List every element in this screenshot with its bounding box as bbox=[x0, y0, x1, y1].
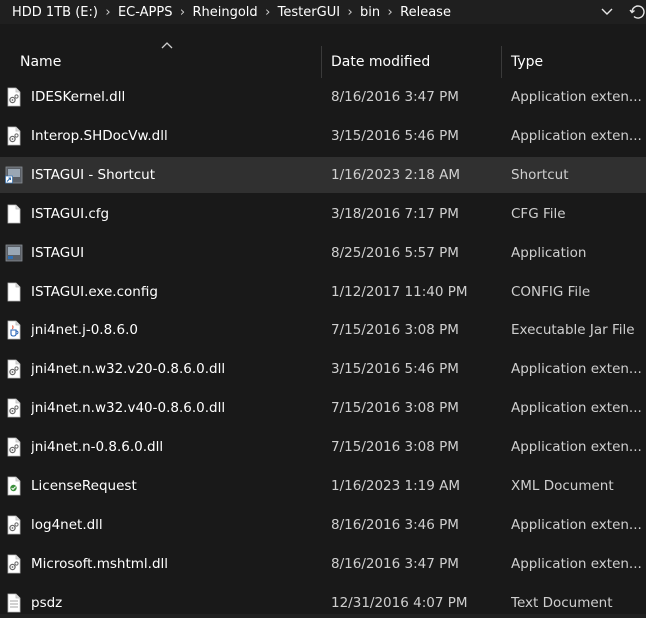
column-header-date-modified[interactable]: Date modified bbox=[331, 44, 496, 80]
file-name: Interop.SHDocVw.dll bbox=[31, 127, 168, 144]
application-icon bbox=[5, 243, 23, 263]
file-row[interactable]: log4net.dll 8/16/2016 3:46 PM Application … bbox=[0, 507, 646, 543]
file-row[interactable]: LicenseRequest 1/16/2023 1:19 AM XML Docum… bbox=[0, 468, 646, 504]
breadcrumb-item[interactable]: HDD 1TB (E:) bbox=[10, 5, 100, 20]
dll-file-icon bbox=[5, 437, 23, 457]
breadcrumb-separator-icon[interactable]: › bbox=[174, 5, 190, 20]
xml-file-icon bbox=[5, 476, 23, 496]
file-type: Application exten... bbox=[511, 400, 642, 417]
dll-file-icon bbox=[5, 126, 23, 146]
dll-file-icon bbox=[5, 554, 23, 574]
file-date-modified: 1/12/2017 11:40 PM bbox=[331, 283, 468, 300]
file-date-modified: 7/15/2016 3:08 PM bbox=[331, 439, 459, 456]
file-row[interactable]: ISTAGUI - Shortcut 1/16/2023 2:18 AM Short… bbox=[0, 156, 646, 193]
file-date-modified: 3/18/2016 7:17 PM bbox=[331, 205, 459, 222]
file-date-modified: 3/15/2016 5:46 PM bbox=[331, 127, 459, 144]
column-header-name-label: Name bbox=[20, 54, 62, 70]
file-row[interactable]: ISTAGUI.cfg 3/18/2016 7:17 PM CFG File bbox=[0, 196, 646, 232]
chevron-down-icon bbox=[601, 8, 613, 15]
file-name: LicenseRequest bbox=[31, 478, 137, 494]
file-date-modified: 8/16/2016 3:47 PM bbox=[331, 555, 459, 572]
file-row[interactable]: jni4net.n.w32.v20-0.8.6.0.dll 3/15/2016 5… bbox=[0, 351, 646, 387]
file-name: ISTAGUI bbox=[31, 244, 85, 261]
file-name: jni4net.j-0.8.6.0 bbox=[31, 322, 138, 339]
breadcrumb-item[interactable]: Release bbox=[398, 5, 453, 20]
file-date-modified: 7/15/2016 3:08 PM bbox=[331, 322, 459, 339]
file-type: CFG File bbox=[511, 205, 566, 222]
column-header-row: Name Date modified Type bbox=[0, 42, 646, 80]
history-dropdown-button[interactable] bbox=[597, 2, 617, 22]
file-name: ISTAGUI - Shortcut bbox=[31, 166, 156, 183]
column-resize-handle[interactable] bbox=[321, 46, 322, 78]
file-explorer-window: HDD 1TB (E:) › EC-APPS › Rheingold › TesterGUI… bbox=[0, 0, 646, 618]
file-type: Text Document bbox=[511, 594, 613, 611]
file-row[interactable]: IDESKernel.dll 8/16/2016 3:47 PM Applicati… bbox=[0, 79, 646, 115]
file-date-modified: 8/25/2016 5:57 PM bbox=[331, 244, 459, 261]
file-date-modified: 8/16/2016 3:46 PM bbox=[331, 516, 459, 533]
file-row[interactable]: jni4net.j-0.8.6.0 7/15/2016 3:08 PM Execut… bbox=[0, 312, 646, 348]
file-name: ISTAGUI.exe.config bbox=[31, 283, 158, 300]
dll-file-icon bbox=[5, 398, 23, 418]
file-type: CONFIG File bbox=[511, 283, 591, 300]
file-name: jni4net.n.w32.v20-0.8.6.0.dll bbox=[31, 361, 226, 378]
file-type: Application exten... bbox=[511, 89, 642, 105]
file-row[interactable]: Interop.SHDocVw.dll 3/15/2016 5:46 PM Appl… bbox=[0, 118, 646, 154]
file-name: jni4net.n-0.8.6.0.dll bbox=[31, 439, 164, 456]
dll-file-icon bbox=[5, 359, 23, 379]
breadcrumb-item[interactable]: TesterGUI bbox=[276, 5, 342, 20]
file-row[interactable]: ISTAGUI.exe.config 1/12/2017 11:40 PM CONF… bbox=[0, 274, 646, 310]
file-type: Application exten... bbox=[511, 555, 642, 572]
file-name: ISTAGUI.cfg bbox=[31, 205, 110, 222]
breadcrumb-item[interactable]: EC-APPS bbox=[116, 5, 175, 20]
dll-file-icon bbox=[5, 87, 23, 107]
address-bar[interactable]: HDD 1TB (E:) › EC-APPS › Rheingold › TesterGUI… bbox=[0, 0, 646, 24]
file-row[interactable]: ISTAGUI 8/25/2016 5:57 PM Application bbox=[0, 235, 646, 271]
breadcrumb-separator-icon[interactable]: › bbox=[260, 5, 276, 20]
file-type: Application exten... bbox=[511, 127, 642, 144]
blank-file-icon bbox=[5, 204, 23, 224]
breadcrumb: HDD 1TB (E:) › EC-APPS › Rheingold › TesterGUI… bbox=[10, 3, 453, 21]
file-date-modified: 3/15/2016 5:46 PM bbox=[331, 361, 459, 378]
column-header-type-label: Type bbox=[511, 54, 544, 70]
breadcrumb-separator-icon[interactable]: › bbox=[342, 5, 358, 20]
column-resize-handle[interactable] bbox=[501, 46, 502, 78]
file-name: jni4net.n.w32.v40-0.8.6.0.dll bbox=[31, 400, 226, 417]
file-date-modified: 1/16/2023 1:19 AM bbox=[331, 478, 461, 494]
file-date-modified: 12/31/2016 4:07 PM bbox=[331, 594, 468, 611]
file-type: Application exten... bbox=[511, 439, 642, 456]
breadcrumb-item[interactable]: Rheingold bbox=[190, 5, 259, 20]
column-header-type[interactable]: Type bbox=[511, 44, 641, 80]
column-header-name[interactable]: Name bbox=[20, 44, 310, 80]
file-type: Executable Jar File bbox=[511, 322, 635, 339]
refresh-button[interactable] bbox=[628, 2, 646, 22]
file-date-modified: 1/16/2023 2:18 AM bbox=[331, 166, 461, 183]
file-date-modified: 8/16/2016 3:47 PM bbox=[331, 89, 459, 105]
file-type: Application exten... bbox=[511, 516, 642, 533]
file-name: psdz bbox=[31, 594, 63, 611]
jar-file-icon bbox=[5, 320, 23, 340]
breadcrumb-item[interactable]: bin bbox=[358, 5, 382, 20]
status-bar bbox=[0, 614, 646, 618]
column-header-date-label: Date modified bbox=[331, 54, 431, 70]
text-file-icon bbox=[5, 593, 23, 613]
breadcrumb-separator-icon[interactable]: › bbox=[100, 5, 116, 20]
file-row[interactable]: jni4net.n.w32.v40-0.8.6.0.dll 7/15/2016 3… bbox=[0, 390, 646, 426]
dll-file-icon bbox=[5, 515, 23, 535]
file-type: XML Document bbox=[511, 478, 614, 494]
file-row[interactable]: psdz 12/31/2016 4:07 PM Text Document bbox=[0, 585, 646, 618]
file-row[interactable]: Microsoft.mshtml.dll 8/16/2016 3:47 PM App… bbox=[0, 546, 646, 582]
file-type: Application exten... bbox=[511, 361, 642, 378]
breadcrumb-separator-icon[interactable]: › bbox=[382, 5, 398, 20]
file-row[interactable]: jni4net.n-0.8.6.0.dll 7/15/2016 3:08 PM Ap… bbox=[0, 429, 646, 465]
file-name: log4net.dll bbox=[31, 516, 103, 533]
shortcut-icon bbox=[5, 165, 23, 185]
blank-file-icon bbox=[5, 282, 23, 302]
file-date-modified: 7/15/2016 3:08 PM bbox=[331, 400, 459, 417]
file-type: Shortcut bbox=[511, 166, 569, 183]
file-name: IDESKernel.dll bbox=[31, 89, 126, 105]
file-list: IDESKernel.dll 8/16/2016 3:47 PM Applicati… bbox=[0, 79, 646, 618]
file-type: Application bbox=[511, 244, 587, 261]
file-name: Microsoft.mshtml.dll bbox=[31, 555, 169, 572]
refresh-icon bbox=[629, 5, 645, 19]
